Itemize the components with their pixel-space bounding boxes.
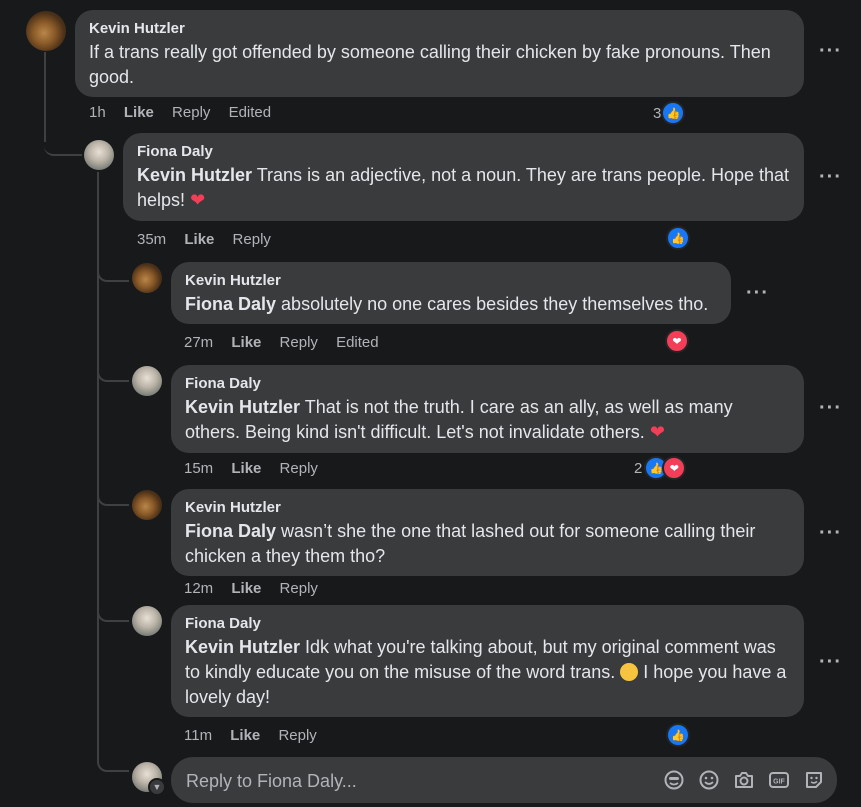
comment-text: Fiona Daly wasn’t she the one that lashe… — [185, 519, 790, 569]
reply-composer[interactable]: GIF — [171, 757, 837, 805]
like-reaction-icon: 👍 — [661, 101, 686, 125]
like-button[interactable]: Like — [124, 104, 154, 121]
reply-button[interactable]: Reply — [233, 231, 271, 248]
sticker-icon[interactable] — [803, 769, 825, 791]
comment-bubble: Kevin Hutzler Fiona Daly wasn’t she the … — [171, 489, 804, 576]
reply-button[interactable]: Reply — [280, 334, 318, 351]
reaction-count: 2 — [634, 459, 643, 477]
mention-link[interactable]: Kevin Hutzler — [137, 165, 252, 185]
avatar-sticker-icon[interactable] — [663, 769, 685, 791]
smiling-face-emoji-icon — [620, 663, 639, 681]
comment-author[interactable]: Fiona Daly — [137, 143, 790, 161]
love-reaction-icon: ❤ — [662, 456, 687, 480]
comment-bubble: Kevin Hutzler If a trans really got offe… — [75, 10, 804, 97]
reply-button[interactable]: Reply — [280, 580, 318, 597]
mention-link[interactable]: Kevin Hutzler — [185, 397, 300, 417]
mention-link[interactable]: Fiona Daly — [185, 294, 276, 314]
reply-button[interactable]: Reply — [172, 104, 210, 121]
comment-bubble: Fiona Daly Kevin Hutzler Trans is an adj… — [123, 133, 804, 221]
comment-time[interactable]: 12m — [184, 580, 213, 597]
like-reaction-icon: 👍 — [666, 226, 690, 250]
like-button[interactable]: Like — [230, 727, 260, 744]
thread-curve — [97, 598, 129, 622]
comment-meta: 11m Like Reply — [184, 727, 331, 744]
love-reaction-icon: ❤ — [665, 329, 689, 353]
more-options-button[interactable]: ··· — [819, 40, 842, 63]
reaction-summary[interactable]: 3 👍 — [653, 101, 686, 125]
comment-time[interactable]: 27m — [184, 334, 213, 351]
more-options-button[interactable]: ··· — [819, 651, 842, 674]
like-button[interactable]: Like — [231, 580, 261, 597]
edited-label: Edited — [336, 334, 379, 351]
avatar-dropdown-chevron-icon[interactable]: ▼ — [148, 778, 166, 796]
comment-body: absolutely no one cares besides they the… — [281, 294, 709, 314]
avatar[interactable] — [132, 263, 162, 293]
more-options-button[interactable]: ··· — [819, 522, 842, 545]
comment-text: If a trans really got offended by someon… — [89, 42, 771, 87]
comment-meta: 27m Like Reply Edited — [184, 334, 393, 351]
avatar[interactable] — [84, 140, 114, 170]
comment-text: Kevin Hutzler Trans is an adjective, not… — [137, 163, 790, 213]
like-button[interactable]: Like — [231, 334, 261, 351]
comment-bubble: Fiona Daly Kevin Hutzler Idk what you're… — [171, 605, 804, 717]
comment-meta: 12m Like Reply — [184, 580, 332, 597]
avatar[interactable] — [132, 366, 162, 396]
more-options-button[interactable]: ··· — [819, 166, 842, 189]
like-button[interactable]: Like — [184, 231, 214, 248]
comment-author[interactable]: Fiona Daly — [185, 375, 790, 393]
gif-icon[interactable]: GIF — [768, 769, 790, 791]
heart-emoji-icon: ❤ — [190, 190, 206, 210]
like-reaction-icon: 👍 — [666, 723, 690, 747]
thread-curve — [97, 258, 129, 282]
camera-icon[interactable] — [733, 769, 755, 791]
reaction-summary[interactable]: 👍 — [666, 723, 690, 747]
comment-time[interactable]: 15m — [184, 460, 213, 477]
reply-button[interactable]: Reply — [278, 727, 316, 744]
comment-author[interactable]: Fiona Daly — [185, 615, 790, 633]
mention-link[interactable]: Kevin Hutzler — [185, 637, 300, 657]
comment-time[interactable]: 11m — [184, 727, 212, 744]
emoji-icon[interactable] — [698, 769, 720, 791]
comment-time[interactable]: 35m — [137, 231, 166, 248]
comment-text: Kevin Hutzler Idk what you're talking ab… — [185, 635, 790, 710]
comment-author[interactable]: Kevin Hutzler — [185, 272, 717, 290]
comment-meta: 15m Like Reply — [184, 460, 332, 477]
comment-bubble: Fiona Daly Kevin Hutzler That is not the… — [171, 365, 804, 453]
comment-meta: 35m Like Reply — [137, 231, 285, 248]
svg-text:GIF: GIF — [773, 779, 785, 786]
reaction-summary[interactable]: ❤ — [665, 329, 689, 353]
reaction-summary[interactable]: 2 👍 ❤ — [634, 456, 687, 480]
thread-curve — [97, 482, 129, 506]
comment-bubble: Kevin Hutzler Fiona Daly absolutely no o… — [171, 262, 731, 324]
comment-meta: 1h Like Reply Edited — [89, 104, 285, 121]
more-options-button[interactable]: ··· — [746, 282, 769, 305]
heart-emoji-icon: ❤ — [649, 422, 665, 442]
edited-label: Edited — [228, 104, 272, 121]
comment-text: Kevin Hutzler That is not the truth. I c… — [185, 395, 790, 445]
like-button[interactable]: Like — [231, 460, 261, 477]
reaction-count: 3 — [653, 104, 662, 122]
comment-author[interactable]: Kevin Hutzler — [89, 20, 790, 38]
mention-link[interactable]: Fiona Daly — [185, 521, 276, 541]
reply-button[interactable]: Reply — [280, 460, 318, 477]
thread-curve — [97, 358, 129, 382]
avatar[interactable] — [132, 606, 162, 636]
avatar[interactable] — [26, 11, 66, 51]
thread-curve — [97, 748, 129, 772]
comment-text: Fiona Daly absolutely no one cares besid… — [185, 292, 717, 317]
reply-input[interactable] — [184, 757, 648, 805]
reaction-summary[interactable]: 👍 — [666, 226, 690, 250]
comment-time[interactable]: 1h — [89, 104, 106, 121]
avatar[interactable] — [132, 490, 162, 520]
more-options-button[interactable]: ··· — [819, 397, 842, 420]
comment-author[interactable]: Kevin Hutzler — [185, 499, 790, 517]
thread-curve — [44, 120, 82, 156]
